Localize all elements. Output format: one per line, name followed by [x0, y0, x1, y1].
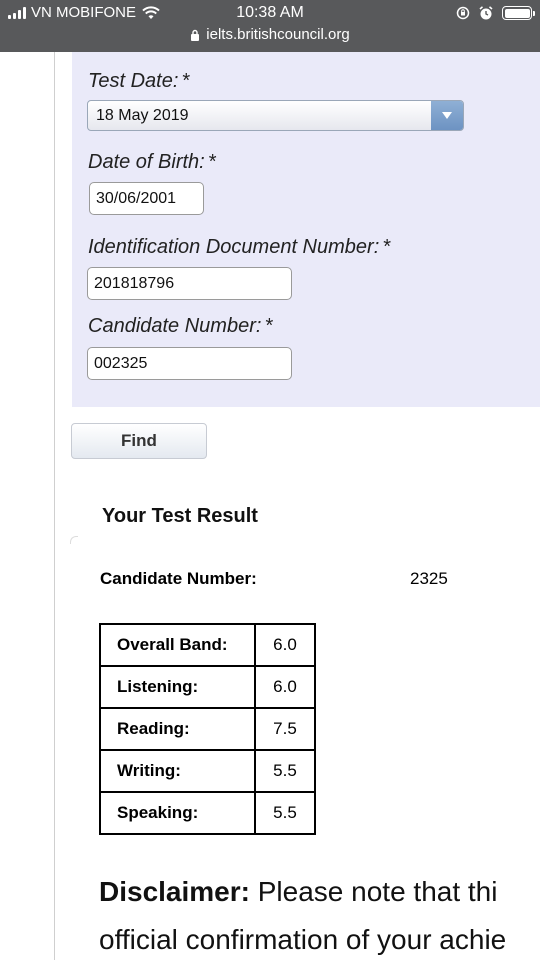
- table-row: Writing: 5.5: [99, 749, 316, 793]
- score-label: Overall Band:: [99, 623, 256, 667]
- dropdown-button[interactable]: [431, 101, 463, 130]
- score-label: Listening:: [99, 665, 256, 709]
- decorative-corner: [70, 536, 78, 544]
- test-date-select[interactable]: 18 May 2019: [87, 100, 464, 131]
- table-row: Listening: 6.0: [99, 665, 316, 709]
- score-value: 5.5: [254, 791, 316, 835]
- score-value: 6.0: [254, 623, 316, 667]
- find-button[interactable]: Find: [71, 423, 207, 459]
- disclaimer-text-1: Please note that thi: [257, 876, 498, 907]
- score-value: 5.5: [254, 749, 316, 793]
- result-candidate-label: Candidate Number:: [100, 569, 257, 588]
- scores-table: Overall Band: 6.0 Listening: 6.0 Reading…: [99, 623, 316, 835]
- score-value: 7.5: [254, 707, 316, 751]
- candidate-number-label: Candidate Number: *: [88, 315, 274, 337]
- score-label: Speaking:: [99, 791, 256, 835]
- alarm-icon: [479, 6, 493, 20]
- page-left-border: [54, 52, 55, 960]
- result-candidate-value: 2325: [410, 569, 448, 588]
- dob-input[interactable]: 30/06/2001: [89, 182, 204, 215]
- candidate-number-input[interactable]: 002325: [87, 347, 292, 380]
- disclaimer-heading: Disclaimer:: [99, 876, 250, 907]
- orientation-lock-icon: [456, 6, 470, 20]
- disclaimer: Disclaimer: Please note that thi officia…: [99, 868, 540, 960]
- score-label: Reading:: [99, 707, 256, 751]
- chevron-down-icon: [442, 112, 452, 119]
- result-title: Your Test Result: [102, 505, 258, 527]
- table-row: Reading: 7.5: [99, 707, 316, 751]
- score-label: Writing:: [99, 749, 256, 793]
- score-value: 6.0: [254, 665, 316, 709]
- status-bar-right: [456, 5, 535, 21]
- battery-icon: [502, 6, 535, 20]
- disclaimer-text-2: official confirmation of your achie: [99, 924, 507, 955]
- dob-label: Date of Birth: *: [88, 151, 217, 173]
- table-row: Speaking: 5.5: [99, 791, 316, 835]
- address-bar[interactable]: ielts.britishcouncil.org: [0, 26, 540, 43]
- id-number-input[interactable]: 201818796: [87, 267, 292, 300]
- test-date-label: Test Date: *: [88, 70, 191, 92]
- disclaimer-line-1: Disclaimer: Please note that thi: [99, 868, 540, 916]
- lock-icon: [191, 29, 200, 41]
- table-row: Overall Band: 6.0: [99, 623, 316, 667]
- test-date-value: 18 May 2019: [96, 107, 189, 124]
- id-number-label: Identification Document Number: *: [88, 236, 392, 258]
- url-text: ielts.britishcouncil.org: [206, 26, 350, 43]
- status-bar: VN MOBIFONE 10:38 AM ielts.britishcounci…: [0, 0, 540, 52]
